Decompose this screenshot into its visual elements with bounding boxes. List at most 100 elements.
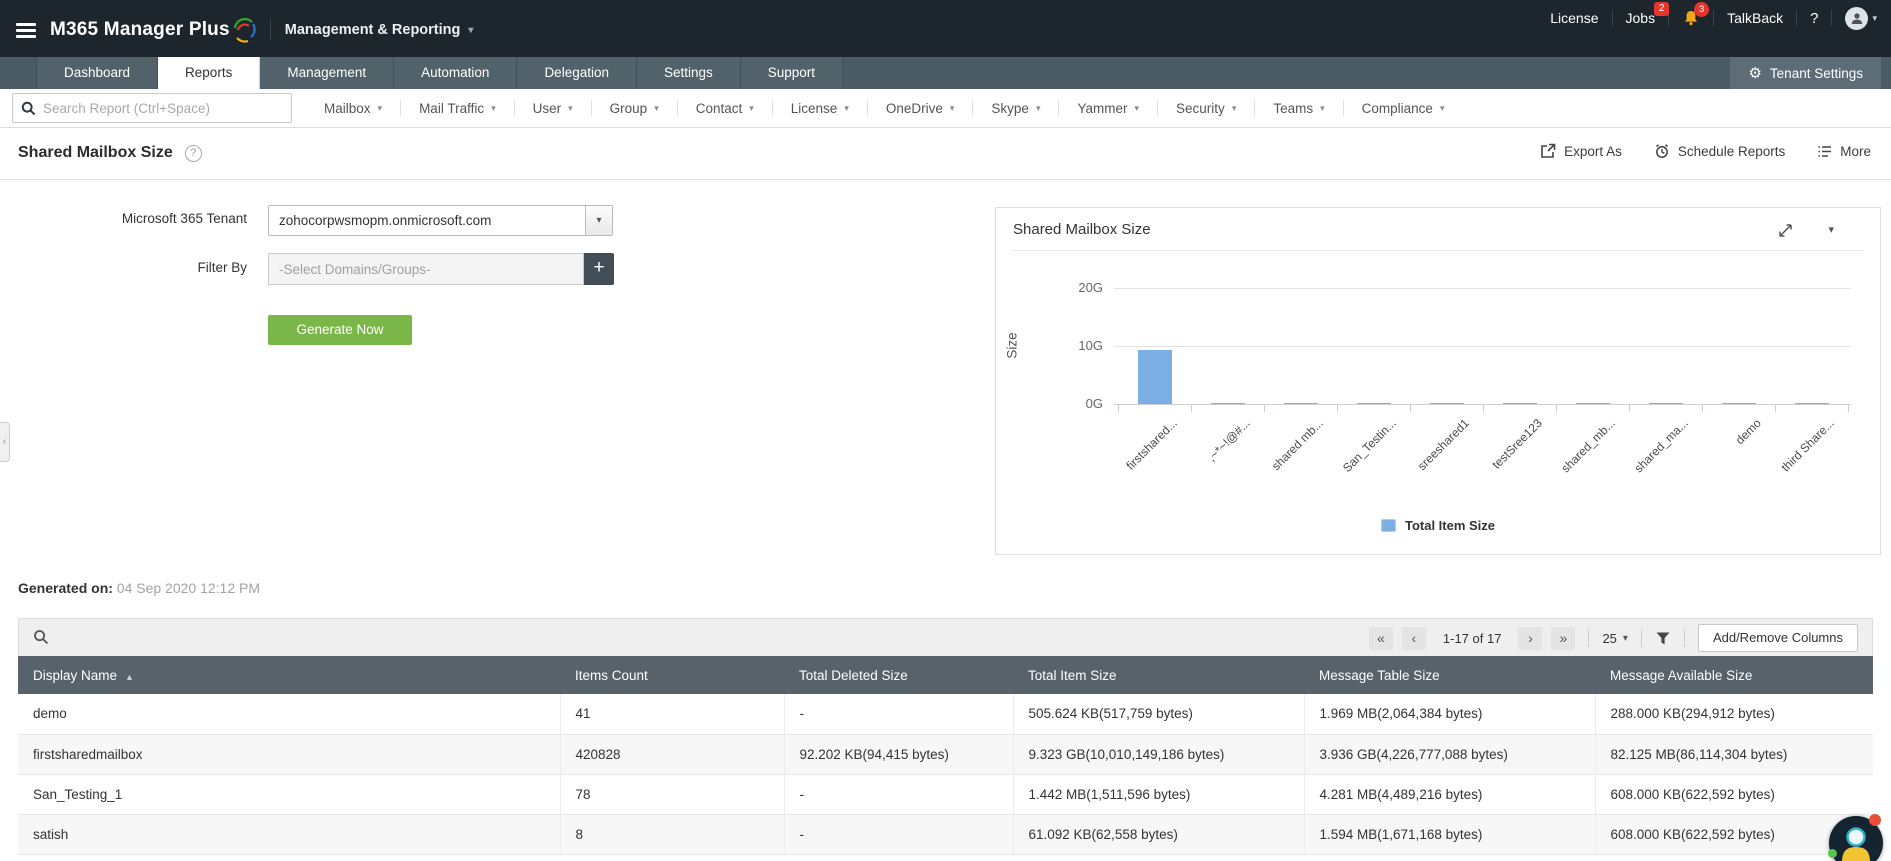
chevron-down-icon: ▾ (1440, 103, 1445, 114)
legend-swatch[interactable] (1381, 519, 1396, 532)
table-cell: - (784, 774, 1013, 814)
bar-shared-ma[interactable] (1649, 403, 1683, 405)
filter-funnel-icon[interactable] (1655, 631, 1671, 646)
expand-icon[interactable] (1777, 222, 1794, 239)
subnav-menu-mailbox[interactable]: Mailbox▾ (306, 100, 401, 116)
tab-settings[interactable]: Settings (637, 57, 741, 89)
bar-sreeshared1[interactable] (1430, 403, 1464, 405)
subnav-menu-label: Skype (991, 101, 1029, 116)
subnav-menu-user[interactable]: User▾ (515, 100, 592, 116)
column-header-total-item-size[interactable]: Total Item Size (1013, 656, 1304, 694)
generate-now-button[interactable]: Generate Now (268, 315, 412, 345)
table-cell: - (784, 694, 1013, 734)
support-chat-bubble[interactable] (1829, 816, 1883, 861)
gridline-20G (1114, 288, 1851, 289)
column-header-display-name[interactable]: Display Name▲ (18, 656, 560, 694)
x-axis-label: San_Testin... (1340, 416, 1399, 475)
subnav-menu-security[interactable]: Security▾ (1158, 100, 1255, 116)
column-header-message-table-size[interactable]: Message Table Size (1304, 656, 1595, 694)
jobs-link[interactable]: Jobs 2 (1626, 10, 1656, 26)
subnav-menu-compliance[interactable]: Compliance▾ (1344, 100, 1463, 116)
tenant-field-label: Microsoft 365 Tenant (0, 211, 247, 226)
bar-demo[interactable] (1722, 403, 1756, 405)
x-axis-label: third Share... (1778, 416, 1836, 474)
next-page-button[interactable]: › (1518, 627, 1542, 650)
bar-third-share[interactable] (1795, 403, 1829, 405)
subnav-menu-teams[interactable]: Teams▾ (1255, 100, 1343, 116)
bar-testsree123[interactable] (1503, 403, 1537, 405)
subnav-menu-label: Teams (1273, 101, 1313, 116)
top-header-bar: M365 Manager Plus Management & Reporting… (0, 0, 1891, 57)
app-logo: M365 Manager Plus (50, 17, 256, 44)
page-size-value: 25 (1602, 631, 1616, 646)
last-page-button[interactable]: » (1551, 627, 1575, 650)
table-cell: 1.969 MB(2,064,384 bytes) (1304, 694, 1595, 734)
column-header-items-count[interactable]: Items Count (560, 656, 784, 694)
search-report-input[interactable] (43, 101, 283, 116)
column-header-message-available-size[interactable]: Message Available Size (1595, 656, 1873, 694)
tab-dashboard[interactable]: Dashboard (36, 57, 158, 89)
schedule-reports-button[interactable]: Schedule Reports (1654, 143, 1785, 159)
gridline-10G (1114, 346, 1851, 347)
column-header-total-deleted-size[interactable]: Total Deleted Size (784, 656, 1013, 694)
bar-[interactable] (1211, 403, 1245, 405)
add-remove-columns-button[interactable]: Add/Remove Columns (1698, 624, 1858, 652)
panel-menu-caret[interactable]: ▾ (1828, 223, 1834, 236)
subnav-menu-mail-traffic[interactable]: Mail Traffic▾ (401, 100, 515, 116)
tab-management[interactable]: Management (260, 57, 394, 89)
table-cell: 41 (560, 694, 784, 734)
generated-on-value: 04 Sep 2020 12:12 PM (117, 580, 260, 596)
x-axis-tick (1337, 405, 1338, 412)
x-axis-label: shared_mb... (1558, 416, 1617, 475)
collapse-panel-handle[interactable]: ‹ (0, 422, 10, 462)
table-cell: - (784, 814, 1013, 854)
bar-shared-mb[interactable] (1576, 403, 1610, 405)
subnav-menu-skype[interactable]: Skype▾ (973, 100, 1059, 116)
bar-firstshared[interactable] (1138, 350, 1172, 404)
license-link[interactable]: License (1550, 10, 1598, 26)
tenant-select[interactable]: zohocorpwsmopm.onmicrosoft.com ▾ (268, 205, 613, 236)
subnav-menu-label: Contact (696, 101, 743, 116)
table-row: satish8-61.092 KB(62,558 bytes)1.594 MB(… (18, 814, 1873, 854)
tab-automation[interactable]: Automation (394, 57, 517, 89)
talkback-link[interactable]: TalkBack (1727, 10, 1783, 26)
tab-delegation[interactable]: Delegation (517, 57, 637, 89)
table-cell: 61.092 KB(62,558 bytes) (1013, 814, 1304, 854)
notifications-bell[interactable]: 3 (1682, 9, 1700, 27)
x-axis-label: firstshared... (1123, 416, 1180, 473)
table-cell: 288.000 KB(294,912 bytes) (1595, 694, 1873, 734)
tab-reports[interactable]: Reports (158, 57, 260, 89)
table-pagination: « ‹ 1-17 of 17 › » 25 ▾ Add/Remove Colum… (1369, 619, 1858, 657)
filter-by-label: Filter By (0, 260, 247, 275)
more-button[interactable]: More (1817, 144, 1871, 159)
bar-shared-mb[interactable] (1284, 403, 1318, 405)
table-row: San_Testing_178-1.442 MB(1,511,596 bytes… (18, 774, 1873, 814)
tenant-select-value: zohocorpwsmopm.onmicrosoft.com (269, 206, 585, 235)
hamburger-menu-icon[interactable] (16, 23, 36, 38)
export-as-label: Export As (1564, 144, 1622, 159)
subnav-menu-onedrive[interactable]: OneDrive▾ (868, 100, 974, 116)
chevron-down-icon: ▾ (1232, 103, 1237, 114)
page-size-select[interactable]: 25 ▾ (1602, 631, 1628, 646)
tab-support[interactable]: Support (741, 57, 843, 89)
first-page-button[interactable]: « (1369, 627, 1393, 650)
bar-san-testin[interactable] (1357, 403, 1391, 405)
add-filter-button[interactable]: + (584, 253, 614, 285)
prev-page-button[interactable]: ‹ (1402, 627, 1426, 650)
filter-domains-input[interactable] (268, 253, 584, 285)
export-as-button[interactable]: Export As (1540, 143, 1622, 159)
subnav-menu-group[interactable]: Group▾ (592, 100, 678, 116)
user-account-menu[interactable]: ▾ (1845, 7, 1877, 30)
help-circle-icon[interactable]: ? (185, 145, 202, 162)
page-title: Shared Mailbox Size (18, 144, 173, 162)
table-search-icon[interactable] (33, 629, 49, 645)
subnav-menu-yammer[interactable]: Yammer▾ (1059, 100, 1158, 116)
help-button[interactable]: ? (1810, 10, 1818, 27)
tenant-settings-label: Tenant Settings (1770, 66, 1863, 81)
topbar-separator (1831, 10, 1832, 26)
tenant-settings-button[interactable]: ⚙ Tenant Settings (1730, 57, 1881, 89)
x-axis-tick (1775, 405, 1776, 412)
subnav-menu-license[interactable]: License▾ (773, 100, 868, 116)
module-switcher[interactable]: Management & Reporting ▾ (285, 22, 474, 38)
subnav-menu-contact[interactable]: Contact▾ (678, 100, 773, 116)
